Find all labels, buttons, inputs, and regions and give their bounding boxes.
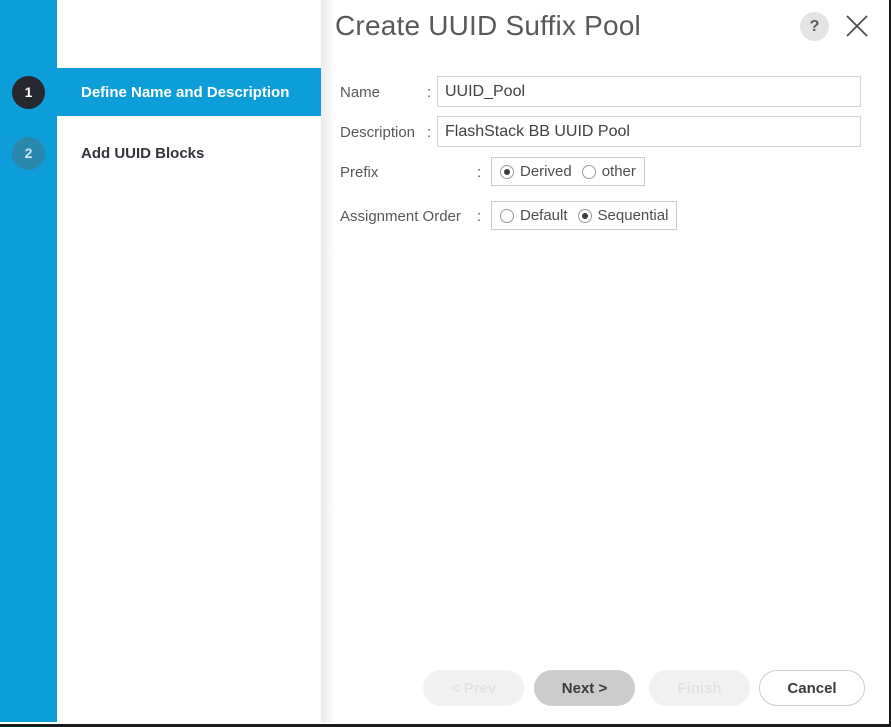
wizard-step-add-uuid-blocks[interactable]: 2 Add UUID Blocks bbox=[0, 129, 321, 177]
description-label: Description bbox=[340, 123, 416, 141]
help-icon[interactable]: ? bbox=[800, 12, 829, 41]
assignment-order-option-default-label: Default bbox=[520, 207, 568, 224]
step-number-badge-1: 1 bbox=[12, 75, 45, 109]
assignment-order-option-default[interactable]: Default bbox=[500, 207, 568, 224]
form-row-name: Name : bbox=[335, 76, 889, 108]
assignment-order-option-sequential[interactable]: Sequential bbox=[577, 207, 669, 224]
prefix-radio-group: Derived other bbox=[491, 157, 645, 186]
prefix-option-derived-label: Derived bbox=[520, 163, 572, 180]
next-button[interactable]: Next > bbox=[534, 670, 635, 706]
form-row-description: Description : bbox=[335, 116, 889, 148]
prefix-option-other-label: other bbox=[601, 163, 636, 180]
prefix-option-derived[interactable]: Derived bbox=[500, 163, 572, 180]
name-colon: : bbox=[427, 83, 432, 101]
panel-divider bbox=[321, 0, 335, 722]
dialog-footer: < Prev Next > Finish Cancel bbox=[335, 660, 889, 724]
name-label: Name bbox=[340, 83, 381, 101]
assignment-order-option-sequential-label: Sequential bbox=[597, 207, 669, 224]
create-uuid-suffix-pool-dialog: 1 Define Name and Description 2 Add UUID… bbox=[0, 0, 891, 727]
prev-button: < Prev bbox=[423, 670, 524, 706]
assignment-order-label: Assignment Order bbox=[340, 207, 461, 225]
dialog-content: Create UUID Suffix Pool ? Name : Descrip… bbox=[335, 0, 889, 724]
radio-unselected-icon bbox=[500, 208, 514, 223]
form-row-prefix: Prefix : Derived other bbox=[335, 156, 889, 188]
prefix-option-other[interactable]: other bbox=[581, 163, 636, 180]
step-number-badge-2: 2 bbox=[12, 136, 45, 170]
wizard-step-label-2: Add UUID Blocks bbox=[81, 144, 205, 162]
wizard-step-define-name-and-description[interactable]: 1 Define Name and Description bbox=[0, 68, 321, 116]
prefix-label: Prefix bbox=[340, 163, 379, 181]
description-colon: : bbox=[427, 123, 432, 141]
finish-button: Finish bbox=[649, 670, 750, 706]
radio-selected-icon bbox=[500, 164, 514, 179]
description-input[interactable] bbox=[437, 116, 861, 147]
form-row-assignment-order: Assignment Order : Default Sequential bbox=[335, 200, 889, 232]
page-title: Create UUID Suffix Pool bbox=[335, 10, 641, 41]
dialog-title-bar: Create UUID Suffix Pool ? bbox=[335, 0, 889, 58]
radio-selected-icon bbox=[577, 208, 592, 223]
wizard-step-label-1: Define Name and Description bbox=[81, 83, 290, 101]
close-icon[interactable] bbox=[842, 11, 872, 41]
wizard-step-panel: 1 Define Name and Description 2 Add UUID… bbox=[0, 0, 321, 722]
radio-unselected-icon bbox=[581, 164, 596, 179]
assignment-order-colon: : bbox=[477, 207, 482, 225]
prefix-colon: : bbox=[477, 163, 482, 181]
cancel-button[interactable]: Cancel bbox=[759, 670, 865, 706]
name-input[interactable] bbox=[437, 76, 861, 107]
assignment-order-radio-group: Default Sequential bbox=[491, 201, 678, 230]
